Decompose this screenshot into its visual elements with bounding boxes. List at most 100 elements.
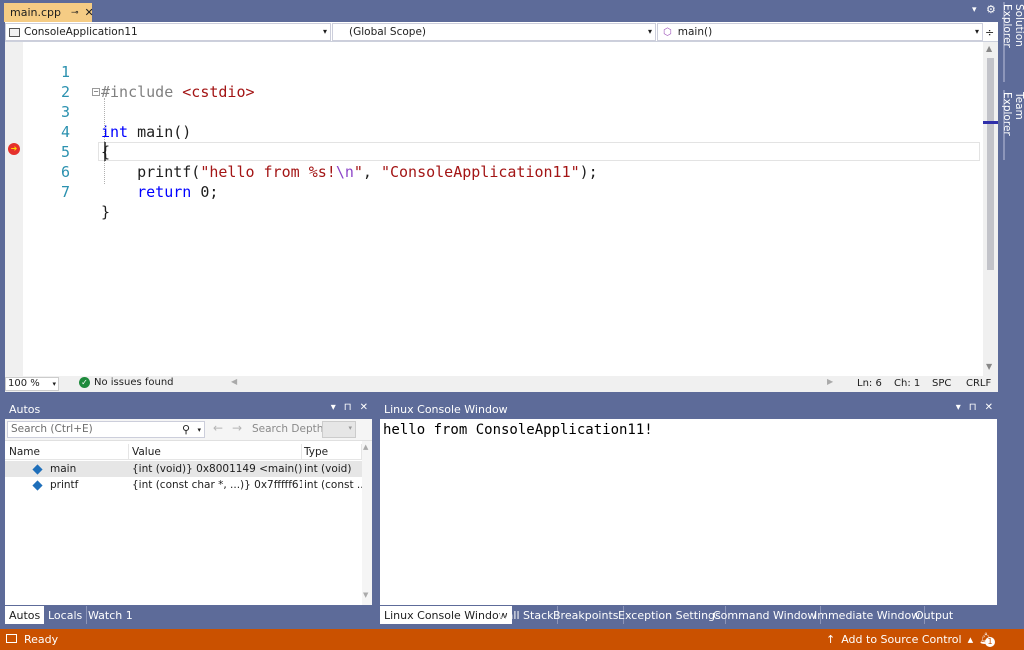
chevron-down-icon: ▾ xyxy=(647,27,652,36)
console-title-bar[interactable]: Linux Console Window ▾ ⊓ ✕ xyxy=(380,400,997,418)
method-icon: ⬡ xyxy=(663,26,672,38)
cell-name: printf xyxy=(50,479,79,491)
column-header-type[interactable]: Type xyxy=(304,444,362,460)
issues-indicator[interactable]: ✓ No issues found xyxy=(79,377,174,388)
issues-label: No issues found xyxy=(94,377,174,388)
code-line[interactable]: 5 printf("hello from %s!\n", "ConsoleApp… xyxy=(5,122,985,181)
document-tab-label: main.cpp xyxy=(10,6,61,19)
tab-team-explorer[interactable]: Team Explorer xyxy=(1001,90,1024,160)
tab-linux-console-window[interactable]: Linux Console Window xyxy=(380,606,512,624)
column-indicator[interactable]: Ch: 1 xyxy=(894,378,920,389)
line-indicator[interactable]: Ln: 6 xyxy=(857,378,882,389)
scroll-down-icon[interactable]: ▼ xyxy=(986,362,992,371)
tab-output[interactable]: Output xyxy=(911,606,957,624)
add-to-source-control-button[interactable]: ↑ Add to Source Control ▴ xyxy=(826,633,973,646)
check-icon: ✓ xyxy=(79,377,90,388)
notification-count-badge: 1 xyxy=(985,637,995,647)
pin-icon[interactable]: ⊓ xyxy=(969,402,977,413)
tab-breakpoints[interactable]: Breakpoints xyxy=(549,606,624,624)
cell-name: main xyxy=(50,463,77,475)
zoom-dropdown[interactable]: 100 % ▾ xyxy=(5,377,59,391)
scroll-up-icon[interactable]: ▲ xyxy=(986,44,992,53)
back-arrow-icon[interactable]: ← xyxy=(213,421,223,435)
caret-position-marker xyxy=(983,121,998,124)
scrollbar-thumb[interactable] xyxy=(987,58,994,270)
column-header-name[interactable]: Name xyxy=(9,444,129,460)
scroll-left-icon[interactable]: ◀ xyxy=(231,377,237,386)
cell-value[interactable]: {int (void)} 0x8001149 <main()> xyxy=(132,461,302,477)
autos-toolbar: Search (Ctrl+E) ⚲ ▾ ← → Search Depth: ▾ xyxy=(5,419,372,441)
arrow-up-icon: ↑ xyxy=(826,633,836,646)
pin-icon[interactable]: ⊸ xyxy=(71,8,79,18)
code-line[interactable]: 6 return 0; xyxy=(5,142,985,201)
tab-immediate-window[interactable]: Immediate Window xyxy=(810,606,926,624)
window-menu-icon[interactable]: ▾ xyxy=(331,402,336,413)
chevron-down-icon: ▾ xyxy=(348,424,352,432)
status-text: Ready xyxy=(24,633,59,646)
code-line[interactable]: 3 int main() xyxy=(5,82,985,141)
tab-watch-1[interactable]: Watch 1 xyxy=(84,606,137,624)
forward-arrow-icon[interactable]: → xyxy=(232,421,242,435)
tab-list-dropdown-icon[interactable]: ▾ xyxy=(972,5,977,15)
autos-title-bar[interactable]: Autos ▾ ⊓ ✕ xyxy=(5,400,372,418)
keyword-token: return xyxy=(101,183,192,201)
line-ending-indicator[interactable]: CRLF xyxy=(966,378,991,389)
tab-autos[interactable]: Autos xyxy=(5,606,45,624)
column-header-value[interactable]: Value xyxy=(132,444,302,460)
autos-title: Autos xyxy=(9,402,41,416)
table-row[interactable]: main {int (void)} 0x8001149 <main()> int… xyxy=(5,461,362,477)
autos-window: Search (Ctrl+E) ⚲ ▾ ← → Search Depth: ▾ … xyxy=(5,419,372,605)
scroll-right-icon[interactable]: ▶ xyxy=(827,377,833,386)
function-dropdown-label: main() xyxy=(677,26,713,38)
console-title: Linux Console Window xyxy=(384,402,508,416)
tab-solution-explorer[interactable]: Solution Explorer xyxy=(1001,2,1024,82)
function-dropdown[interactable]: ⬡ main() ▾ xyxy=(657,23,983,41)
chevron-down-icon: ▾ xyxy=(322,27,327,36)
console-window[interactable]: hello from ConsoleApplication11! xyxy=(380,419,997,605)
scope-dropdown[interactable]: (Global Scope) ▾ xyxy=(332,23,656,41)
document-tab-main-cpp[interactable]: main.cpp ⊸ ✕ xyxy=(4,3,94,22)
autos-grid: Name Value Type main {int (void)} 0x8001… xyxy=(5,441,362,605)
close-icon[interactable]: ✕ xyxy=(360,402,368,413)
code-line[interactable]: 2 xyxy=(5,62,985,101)
variable-icon xyxy=(32,479,43,491)
chevron-down-icon: ▾ xyxy=(52,380,56,388)
chevron-down-icon[interactable]: ▾ xyxy=(197,423,201,438)
whitespace-indicator[interactable]: SPC xyxy=(932,378,951,389)
project-icon xyxy=(9,27,20,37)
scroll-up-icon[interactable]: ▲ xyxy=(363,443,368,451)
literal-token: 0; xyxy=(191,183,219,201)
table-row[interactable]: printf {int (const char *, ...)} 0x7ffff… xyxy=(5,477,362,493)
split-window-button[interactable]: ÷ xyxy=(985,23,998,41)
brace-token: } xyxy=(101,203,111,221)
close-icon[interactable]: ✕ xyxy=(85,6,94,19)
search-depth-dropdown[interactable]: ▾ xyxy=(322,421,356,438)
code-line[interactable]: 1 #include <cstdio> xyxy=(5,42,985,101)
scope-dropdown-label: (Global Scope) xyxy=(349,26,427,38)
navigation-bar: ConsoleApplication11 ▾ (Global Scope) ▾ … xyxy=(5,22,998,42)
cell-value[interactable]: {int (const char *, ...)} 0x7fffff614e1.… xyxy=(132,477,302,493)
source-control-label: Add to Source Control xyxy=(841,633,962,646)
variable-icon xyxy=(32,463,43,475)
search-icon[interactable]: ⚲ xyxy=(182,422,190,437)
search-placeholder: Search (Ctrl+E) xyxy=(11,423,93,435)
scroll-down-icon[interactable]: ▼ xyxy=(363,591,368,599)
window-menu-icon[interactable]: ▾ xyxy=(956,402,961,413)
window-icon xyxy=(6,634,17,643)
line-number: 7 xyxy=(60,183,70,201)
code-editor[interactable]: ➜ − 1 #include <cstdio> 2 3 int main() 4… xyxy=(5,42,998,376)
tab-locals[interactable]: Locals xyxy=(44,606,88,624)
cell-type: int (void) xyxy=(304,463,352,475)
code-line[interactable]: 7 } xyxy=(5,162,985,221)
close-icon[interactable]: ✕ xyxy=(985,402,993,413)
gear-icon[interactable]: ⚙ xyxy=(986,3,996,16)
editor-vertical-scrollbar[interactable]: ▲ ▼ xyxy=(983,42,998,376)
console-output: hello from ConsoleApplication11! xyxy=(383,422,653,438)
autos-search-input[interactable]: Search (Ctrl+E) ⚲ ▾ xyxy=(7,421,205,438)
project-dropdown[interactable]: ConsoleApplication11 ▾ xyxy=(5,23,331,41)
editor-status-strip: 100 % ▾ ✓ No issues found ◀ ▶ Ln: 6 Ch: … xyxy=(5,376,998,392)
pin-icon[interactable]: ⊓ xyxy=(344,402,352,413)
code-line[interactable]: 4 { xyxy=(5,102,985,161)
autos-vertical-scrollbar[interactable]: ▲ ▼ xyxy=(362,441,372,605)
tab-command-window[interactable]: Command Window xyxy=(709,606,822,624)
